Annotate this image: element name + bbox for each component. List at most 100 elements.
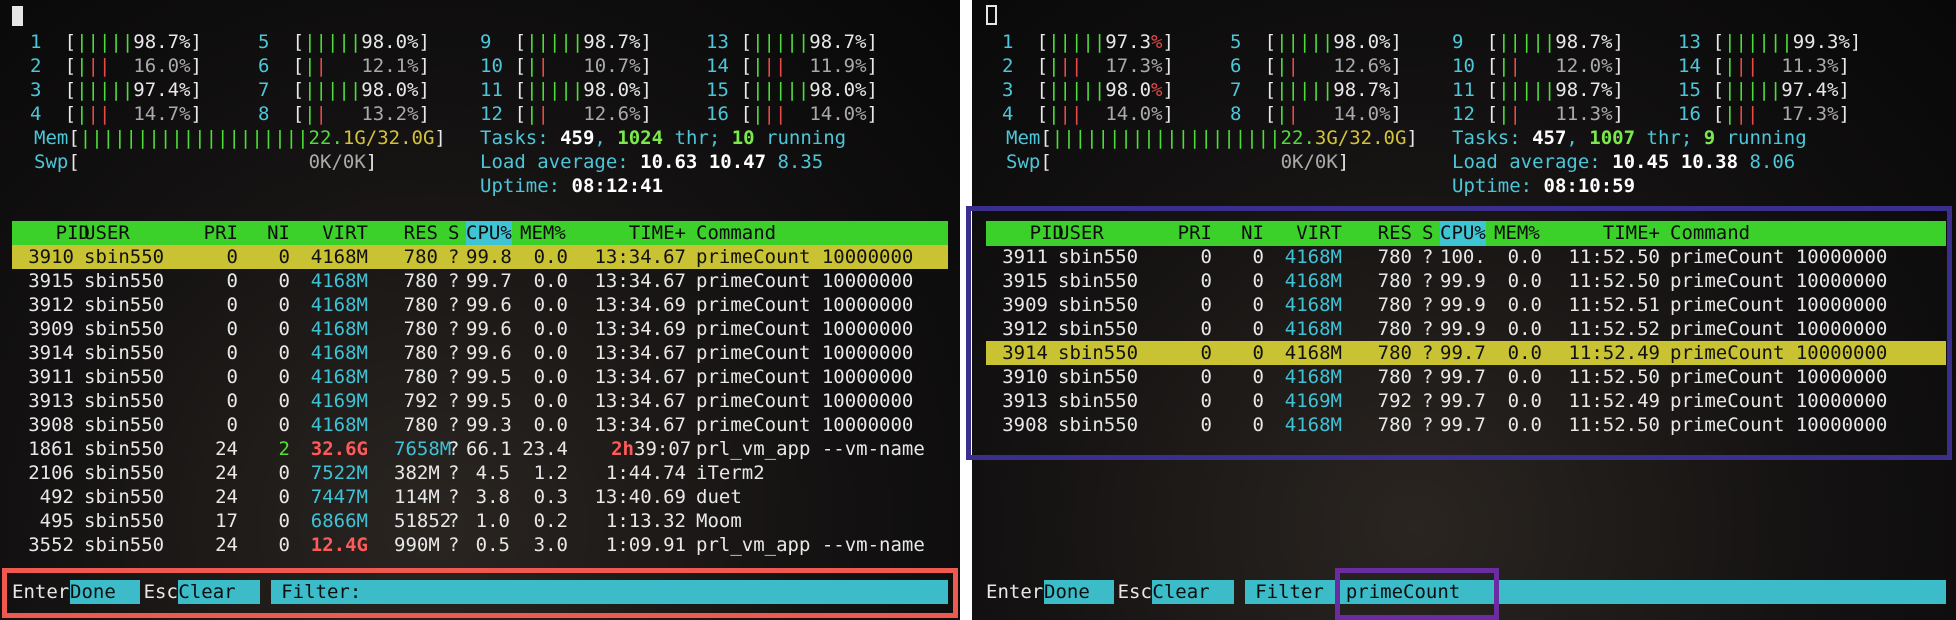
process-res: 780 [1377, 246, 1412, 268]
process-row[interactable]: 492 sbin550 24 0 7447M 114M? 3.8 0.3 13:40.69 due… [12, 485, 948, 509]
process-row[interactable]: 3912 sbin550 0 0 4168M 780? 99.9 0.0 11:52.52 pri… [986, 317, 1946, 341]
column-header-pri[interactable]: PRI [1176, 221, 1212, 246]
column-header-virt[interactable]: VIRT [1282, 221, 1342, 246]
process-row[interactable]: 3552 sbin550 24 0 12.4G 990M? 0.5 3.0 1:09.91 prl… [12, 533, 948, 557]
clear-button[interactable]: Clear [1152, 580, 1234, 604]
process-row[interactable]: 3914 sbin550 0 0 4168M 780? 99.6 0.0 13:34.67 pri… [12, 341, 948, 365]
bracket: [ [729, 103, 753, 125]
process-ni: 0 [278, 366, 290, 388]
filter-input[interactable]: Filter primeCount [1245, 580, 1946, 604]
column-header-pid[interactable]: PID [1008, 221, 1064, 246]
cpu-bar-kernel: | [315, 55, 327, 77]
process-cmd: primeCount 10000000 [696, 414, 914, 436]
process-row[interactable]: 3910 sbin550 0 0 4168M 780? 99.7 0.0 11:52.50 pri… [986, 365, 1946, 389]
process-row[interactable]: 2106 sbin550 24 0 7522M 382M? 4.5 1.2 1:44.74 iTe… [12, 461, 948, 485]
bracket: ] [418, 79, 430, 101]
process-row[interactable]: 1861 sbin550 24 2 32.6G 7658M? 66.1 23.4 2h 39:07… [12, 437, 948, 461]
process-row[interactable]: 3914 sbin550 0 0 4168M 780? 99.7 0.0 11:52.49 pri… [986, 341, 1946, 365]
process-row[interactable]: 3909 sbin550 0 0 4168M 780? 99.9 0.0 11:52.51 pri… [986, 293, 1946, 317]
column-header-s[interactable]: S [1422, 221, 1433, 246]
cpu-number: 8 [258, 103, 270, 125]
column-header-pri[interactable]: PRI [202, 221, 238, 246]
process-cpu: 99.6 [466, 294, 512, 316]
cpu-number: 8 [1230, 103, 1242, 125]
cpu-bar-kernel: || [763, 103, 787, 125]
process-row[interactable]: 3915 sbin550 0 0 4168M 780? 99.9 0.0 11:52.50 pri… [986, 269, 1946, 293]
mem-bar: ||||||||||||||||||||22. [79, 127, 343, 149]
cpu-bar: |||||| [1724, 31, 1793, 53]
process-cpu: 99.7 [1440, 390, 1486, 412]
process-cmd: primeCount 10000000 [696, 342, 914, 364]
column-header-user[interactable]: USER [84, 221, 130, 246]
cpu-percent: 97.4% [1781, 79, 1839, 101]
cpu-meter: 6 [|| 12.1%] [258, 54, 488, 78]
cpu-number: 9 [480, 31, 492, 53]
column-header-cmd[interactable]: Command [696, 221, 776, 246]
process-row[interactable]: 3915 sbin550 0 0 4168M 780? 99.7 0.0 13:34.67 pri… [12, 269, 948, 293]
process-cpu: 99.7 [1440, 414, 1486, 436]
process-pri: 0 [226, 318, 238, 340]
column-header-time[interactable]: TIME+ [1584, 221, 1660, 246]
process-cpu: 99.5 [466, 390, 512, 412]
cpu-meter: 10 [|| 12.0%] [1452, 54, 1682, 78]
tasks-line: Tasks: 459, 1024 thr; 10 running [480, 126, 846, 150]
process-row[interactable]: 3910 sbin550 0 0 4168M 780? 99.8 0.0 13:34.67 pri… [12, 245, 948, 269]
process-cmd: primeCount 10000000 [1670, 294, 1888, 316]
column-header-mem[interactable]: MEM% [1494, 221, 1540, 246]
done-button[interactable]: Done [1044, 580, 1114, 604]
column-header-mem[interactable]: MEM% [520, 221, 566, 246]
process-row[interactable]: 3911 sbin550 0 0 4168M 780? 99.5 0.0 13:34.67 pri… [12, 365, 948, 389]
process-cmd: primeCount 10000000 [696, 366, 914, 388]
column-header-cpu[interactable]: CPU% [1440, 221, 1486, 246]
bracket: ] [1390, 31, 1402, 53]
process-pid: 3908 [28, 414, 74, 436]
clear-button[interactable]: Clear [178, 580, 260, 604]
column-header-ni[interactable]: NI [266, 221, 290, 246]
process-ni: 0 [1252, 246, 1264, 268]
process-mem: 0.0 [1507, 342, 1542, 364]
process-row[interactable]: 3913 sbin550 0 0 4169M 792? 99.7 0.0 11:52.49 pri… [986, 389, 1946, 413]
cpu-meter: 13 [|||||98.7%] [706, 30, 936, 54]
cpu-bar-kernel: || [87, 55, 111, 77]
process-cmd: duet [696, 486, 742, 508]
process-row[interactable]: 3908 sbin550 0 0 4168M 780? 99.3 0.0 13:34.67 pri… [12, 413, 948, 437]
column-header-res[interactable]: RES [1368, 221, 1412, 246]
column-header-user[interactable]: USER [1058, 221, 1104, 246]
process-row[interactable]: 3908 sbin550 0 0 4168M 780? 99.7 0.0 11:52.50 pri… [986, 413, 1946, 437]
column-header-time[interactable]: TIME+ [610, 221, 686, 246]
cpu-bar: | [76, 55, 88, 77]
column-header-ni[interactable]: NI [1240, 221, 1264, 246]
column-header-s[interactable]: S [448, 221, 459, 246]
filter-input[interactable]: Filter: [271, 580, 948, 604]
column-header-cmd[interactable]: Command [1670, 221, 1750, 246]
done-button[interactable]: Done [70, 580, 140, 604]
process-row[interactable]: 495 sbin550 17 0 6866M 51852? 1.0 0.2 1:13.32 Moo… [12, 509, 948, 533]
cpu-meter: 12 [|| 11.3%] [1452, 102, 1682, 126]
bracket: [ [53, 79, 77, 101]
process-virt: 4168M [1284, 342, 1342, 364]
process-cmd: primeCount 10000000 [1670, 390, 1888, 412]
column-header-cpu[interactable]: CPU% [466, 221, 512, 246]
bracket: [ [68, 127, 80, 149]
bracket: [ [1253, 55, 1277, 77]
cpu-bar: ||||| [304, 31, 362, 53]
process-row[interactable]: 3912 sbin550 0 0 4168M 780? 99.6 0.0 13:34.69 pri… [12, 293, 948, 317]
process-mem: 0.0 [533, 246, 568, 268]
process-row[interactable]: 3913 sbin550 0 0 4169M 792? 99.5 0.0 13:34.67 pri… [12, 389, 948, 413]
column-header-pid[interactable]: PID [34, 221, 90, 246]
cpu-number: 11 [1452, 79, 1475, 101]
process-pid: 3915 [28, 270, 74, 292]
cpu-bar: ||||| [752, 79, 810, 101]
cpu-bar-kernel: | [315, 103, 327, 125]
column-header-res[interactable]: RES [394, 221, 438, 246]
process-cmd: primeCount 10000000 [1670, 318, 1888, 340]
process-mem: 0.0 [1507, 366, 1542, 388]
htop-pane-right: 1 [|||||97.3%] 2 [||| 17.3%] 3 [|||||98.0%… [972, 0, 1956, 620]
column-header-virt[interactable]: VIRT [308, 221, 368, 246]
process-time: 13:34.67 [594, 414, 686, 436]
process-cmd: primeCount 10000000 [696, 294, 914, 316]
process-row[interactable]: 3909 sbin550 0 0 4168M 780? 99.6 0.0 13:34.69 pri… [12, 317, 948, 341]
process-row[interactable]: 3911 sbin550 0 0 4168M 780? 100. 0.0 11:52.50 pri… [986, 245, 1946, 269]
